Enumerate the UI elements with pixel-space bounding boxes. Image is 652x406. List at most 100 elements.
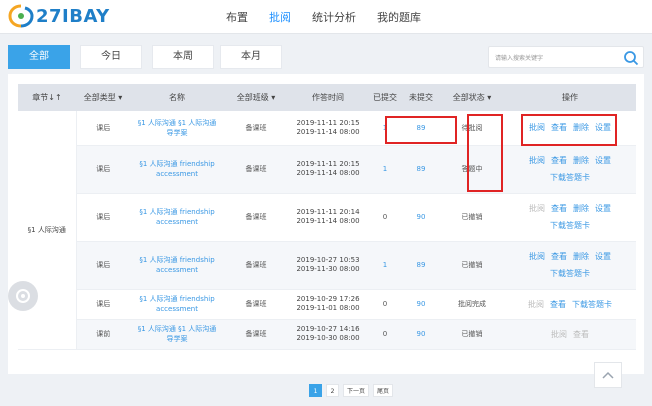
review-button: 批阅 <box>551 329 567 339</box>
nav-statistics[interactable]: 统计分析 <box>312 9 356 25</box>
delete-button[interactable]: 删除 <box>573 123 589 132</box>
delete-button[interactable]: 删除 <box>573 204 589 213</box>
brand-name: 27IBAY <box>36 5 110 27</box>
header-class[interactable]: 全部班级 ▾ <box>224 84 288 111</box>
class-cell: 备课班 <box>224 319 288 350</box>
type-cell: 课后 <box>76 145 130 194</box>
view-button[interactable]: 查看 <box>551 123 567 132</box>
time-end: 2019-11-01 08:00 <box>296 304 360 312</box>
table-row: §1 人际沟通 课后 §1 人际沟通 §1 人际沟通 导学案 备课班 2019-… <box>18 111 636 350</box>
submitted-count: 0 <box>368 319 402 350</box>
type-cell: 课前 <box>76 319 130 350</box>
table-row: 课后 §1 人际沟通 friendship accessment 备课班 201… <box>18 241 636 290</box>
submitted-count[interactable]: 1 <box>383 124 387 132</box>
assignment-table: 章节↓↑ 全部类型 ▾ 名称 全部班级 ▾ 作答时间 已提交 未提交 全部状态 … <box>18 84 636 350</box>
header-name: 名称 <box>130 84 224 111</box>
class-cell: 备课班 <box>224 193 288 242</box>
nav-review[interactable]: 批阅 <box>269 9 291 25</box>
tab-all[interactable]: 全部 <box>8 45 70 69</box>
pagination: 1 2 下一页 尾页 <box>309 384 397 398</box>
unsubmitted-count[interactable]: 89 <box>417 261 426 269</box>
delete-button[interactable]: 删除 <box>573 156 589 165</box>
class-cell: 备课班 <box>224 111 288 146</box>
time-end: 2019-11-14 08:00 <box>296 127 360 136</box>
download-answer-sheet-button[interactable]: 下载答题卡 <box>572 300 612 309</box>
unsubmitted-count[interactable]: 90 <box>417 330 426 338</box>
assignment-name-link[interactable]: §1 人际沟通 friendship accessment <box>137 207 217 227</box>
page-1-button[interactable]: 1 <box>309 384 322 397</box>
header-unsubmitted: 未提交 <box>402 84 440 111</box>
brand-logo[interactable]: 27IBAY <box>8 4 110 28</box>
download-answer-sheet-button[interactable]: 下载答题卡 <box>550 173 590 182</box>
tab-this-month[interactable]: 本月 <box>220 45 282 69</box>
header-type[interactable]: 全部类型 ▾ <box>76 84 130 111</box>
assignment-name-link[interactable]: §1 人际沟通 §1 人际沟通 导学案 <box>137 324 217 344</box>
floating-settings-button[interactable] <box>8 281 38 311</box>
tab-today[interactable]: 今日 <box>80 45 142 69</box>
assignment-name-link[interactable]: §1 人际沟通 friendship accessment <box>137 159 217 179</box>
search-icon[interactable] <box>623 50 639 66</box>
search-input[interactable] <box>495 51 615 65</box>
main-nav: 布置 批阅 统计分析 我的题库 <box>226 0 442 34</box>
unsubmitted-count[interactable]: 90 <box>417 300 426 308</box>
type-cell: 课后 <box>76 111 130 146</box>
submitted-count[interactable]: 1 <box>383 165 387 173</box>
settings-button[interactable]: 设置 <box>595 204 611 213</box>
last-page-button[interactable]: 尾页 <box>373 384 394 397</box>
unsubmitted-count[interactable]: 89 <box>417 124 426 132</box>
page-2-button[interactable]: 2 <box>326 384 339 397</box>
header-actions: 操作 <box>504 84 636 111</box>
time-end: 2019-10-30 08:00 <box>296 334 360 342</box>
status-badge: 批阅完成 <box>440 289 504 320</box>
table-row: 课后 §1 人际沟通 friendship accessment 备课班 201… <box>18 289 636 320</box>
settings-button[interactable]: 设置 <box>595 252 611 261</box>
tab-this-week[interactable]: 本周 <box>152 45 214 69</box>
submitted-count: 0 <box>368 193 402 242</box>
type-cell: 课后 <box>76 193 130 242</box>
view-button[interactable]: 查看 <box>551 156 567 165</box>
gear-icon <box>16 289 30 303</box>
unsubmitted-count[interactable]: 90 <box>417 213 426 221</box>
view-button[interactable]: 查看 <box>551 252 567 261</box>
table-row: 课后 §1 人际沟通 friendship accessment 备课班 201… <box>18 193 636 242</box>
delete-button[interactable]: 删除 <box>573 252 589 261</box>
top-bar: 27IBAY 布置 批阅 统计分析 我的题库 <box>0 0 652 34</box>
next-page-button[interactable]: 下一页 <box>343 384 370 397</box>
time-start: 2019-10-29 17:26 <box>296 295 360 303</box>
class-cell: 备课班 <box>224 289 288 320</box>
time-end: 2019-11-14 08:00 <box>296 217 360 225</box>
status-badge: 待批阅 <box>440 111 504 146</box>
review-button: 批阅 <box>528 299 544 309</box>
type-cell: 课后 <box>76 289 130 320</box>
header-chapter[interactable]: 章节↓↑ <box>18 84 76 111</box>
status-badge: 已撤销 <box>440 193 504 242</box>
header-status[interactable]: 全部状态 ▾ <box>440 84 504 111</box>
header-submitted: 已提交 <box>368 84 402 111</box>
download-answer-sheet-button[interactable]: 下载答题卡 <box>550 221 590 230</box>
assignment-name-link[interactable]: §1 人际沟通 friendship accessment <box>137 255 217 275</box>
view-button[interactable]: 查看 <box>550 300 566 309</box>
submitted-count[interactable]: 1 <box>383 261 387 269</box>
assignment-name-link[interactable]: §1 人际沟通 friendship accessment <box>137 294 217 314</box>
assignment-name-link[interactable]: §1 人际沟通 §1 人际沟通 导学案 <box>137 118 217 138</box>
nav-assign[interactable]: 布置 <box>226 9 248 25</box>
unsubmitted-count[interactable]: 89 <box>417 165 426 173</box>
review-button[interactable]: 批阅 <box>529 252 545 261</box>
time-start: 2019-11-11 20:15 <box>296 118 360 127</box>
submitted-count: 0 <box>368 289 402 320</box>
class-cell: 备课班 <box>224 241 288 290</box>
review-button: 批阅 <box>529 204 545 213</box>
nav-question-bank[interactable]: 我的题库 <box>377 9 421 25</box>
table-row: 课前 §1 人际沟通 §1 人际沟通 导学案 备课班 2019-10-27 14… <box>18 319 636 350</box>
settings-button[interactable]: 设置 <box>595 123 611 132</box>
settings-button[interactable]: 设置 <box>595 156 611 165</box>
chevron-up-icon <box>602 371 614 379</box>
back-to-top-button[interactable] <box>594 362 622 388</box>
review-button[interactable]: 批阅 <box>529 156 545 165</box>
time-start: 2019-10-27 14:16 <box>296 325 360 333</box>
chapter-cell: §1 人际沟通 <box>18 111 77 350</box>
view-button[interactable]: 查看 <box>551 204 567 213</box>
table-header: 章节↓↑ 全部类型 ▾ 名称 全部班级 ▾ 作答时间 已提交 未提交 全部状态 … <box>18 84 636 111</box>
download-answer-sheet-button[interactable]: 下载答题卡 <box>550 269 590 278</box>
review-button[interactable]: 批阅 <box>529 123 545 132</box>
